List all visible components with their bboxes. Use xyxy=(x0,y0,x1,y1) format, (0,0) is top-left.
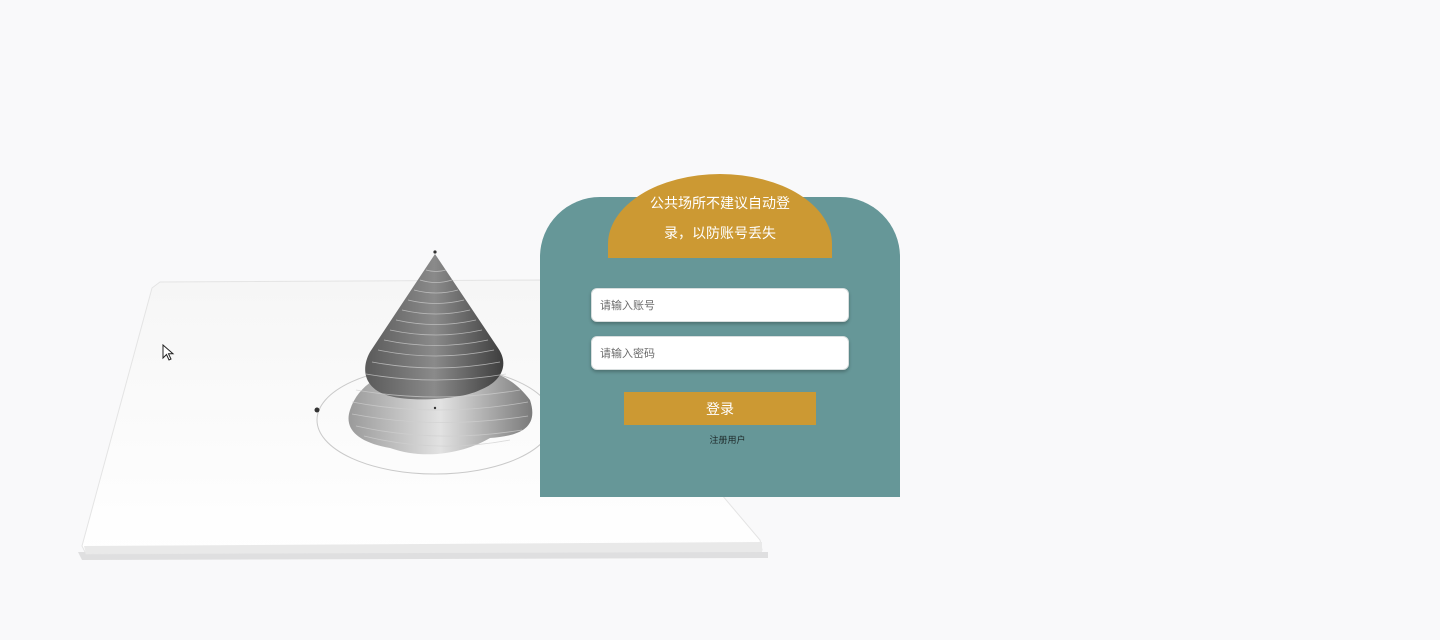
auto-login-warning: 公共场所不建议自动登录，以防账号丢失 xyxy=(650,196,790,242)
password-input[interactable] xyxy=(591,336,849,370)
register-link[interactable]: 注册用户 xyxy=(700,433,755,446)
account-input[interactable] xyxy=(591,288,849,322)
mouse-pointer-icon xyxy=(162,343,176,362)
login-button[interactable]: 登录 xyxy=(624,392,816,425)
login-page: 公共场所不建议自动登录，以防账号丢失 登录 注册用户 xyxy=(0,0,1440,640)
notice-banner: 公共场所不建议自动登录，以防账号丢失 xyxy=(608,174,832,258)
